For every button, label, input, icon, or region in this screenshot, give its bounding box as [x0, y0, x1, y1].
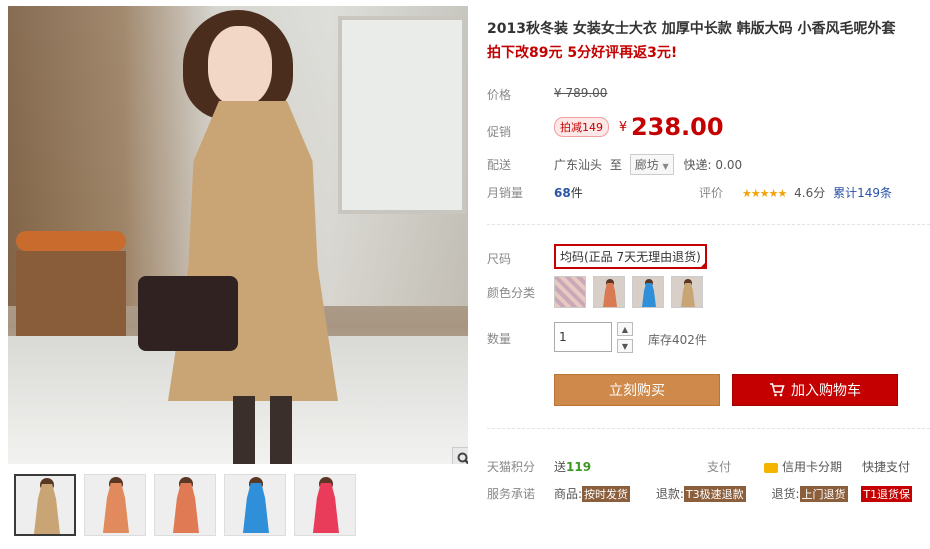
background-window: [338, 16, 466, 214]
zoom-button[interactable]: [452, 447, 468, 464]
points-row: 送119: [554, 458, 591, 475]
thumbnail-model-coat: [313, 483, 339, 533]
payment-label: 支付: [707, 460, 732, 474]
add-to-cart-label: 加入购物车: [791, 383, 861, 399]
magnifier-icon: [457, 452, 468, 464]
rating-row: ★★★★★ 4.6分 累计149条: [742, 184, 892, 201]
points-value: 119: [566, 460, 592, 474]
shipping-label: 配送: [487, 158, 512, 172]
model-handbag: [138, 276, 238, 351]
model-face: [208, 26, 272, 106]
color-label: 颜色分类: [487, 286, 536, 300]
buy-now-button[interactable]: 立刻购买: [554, 374, 720, 406]
color-swatch[interactable]: [554, 276, 586, 308]
ship-from: 广东汕头: [554, 158, 603, 172]
background-flowers: [16, 231, 126, 251]
gallery-thumbnail[interactable]: [14, 474, 76, 536]
service-promise-row: 商品: 按时发货 退款: T3极速退款 退货: 上门退货 T1退货保: [554, 485, 913, 502]
currency-symbol: ¥: [618, 119, 628, 135]
return-label: 退货:: [771, 487, 800, 501]
original-price-label: 价格: [487, 88, 512, 102]
chevron-down-icon: ▼: [662, 162, 669, 171]
refund-label: 退款:: [655, 487, 684, 501]
gallery-thumbnail[interactable]: [154, 474, 216, 536]
model-leg: [270, 396, 292, 464]
model-leg: [233, 396, 255, 464]
original-price: ¥ 789.00: [554, 86, 608, 100]
chevron-up-icon: ▲: [621, 324, 629, 334]
size-option-text: 均码(正品 7天无理由退货): [560, 250, 701, 264]
current-price: 238.00: [630, 113, 724, 141]
gallery-thumbnail[interactable]: [84, 474, 146, 536]
destination-value: 廊坊: [634, 158, 659, 172]
points-label: 天猫积分: [487, 460, 536, 474]
color-swatch[interactable]: [632, 276, 664, 308]
promo-tag-badge: 拍减149: [554, 117, 609, 137]
thumbnail-model-coat: [34, 484, 60, 534]
promo-price-label: 促销: [487, 125, 512, 139]
section-divider: [487, 224, 930, 225]
monthly-sales-label: 月销量: [487, 186, 524, 200]
points-prefix: 送: [554, 460, 567, 474]
stock-count: 库存402件: [648, 333, 707, 347]
product-promo: 拍下改89元 5分好评再返3元!: [487, 45, 678, 61]
gallery-thumbnail[interactable]: [294, 474, 356, 536]
monthly-sales-value: 68: [554, 186, 571, 200]
service-promise-label: 服务承诺: [487, 487, 536, 501]
credit-card-icon: [764, 462, 778, 473]
on-time-shipping-badge[interactable]: 按时发货: [582, 486, 631, 502]
thumbnail-model-coat: [103, 483, 129, 533]
quick-pay-option[interactable]: 快捷支付: [862, 458, 910, 475]
fast-refund-badge[interactable]: T3极速退款: [683, 486, 746, 502]
color-swatches: [554, 276, 703, 308]
swatch-model-coat: [681, 283, 695, 307]
rating-label: 评价: [699, 186, 724, 200]
thumbnail-model-coat: [173, 483, 199, 533]
quantity-input[interactable]: [554, 322, 612, 352]
thumbnail-model-coat: [243, 483, 269, 533]
buy-now-label: 立刻购买: [609, 383, 665, 399]
home-return-badge[interactable]: 上门退货: [799, 486, 848, 502]
quantity-increase-button[interactable]: ▲: [617, 322, 633, 336]
gallery-thumbnail[interactable]: [224, 474, 286, 536]
ship-to-prefix: 至: [609, 158, 622, 172]
rating-score: 4.6分: [794, 186, 826, 200]
section-divider: [487, 428, 930, 429]
return-insurance-badge[interactable]: T1退货保: [861, 486, 913, 502]
reviews-link[interactable]: 累计149条: [833, 186, 892, 200]
destination-select[interactable]: 廊坊 ▼: [629, 154, 674, 175]
color-swatch[interactable]: [593, 276, 625, 308]
cart-icon: [770, 383, 785, 397]
thumbnail-strip: [14, 474, 356, 536]
rating-stars-icon: ★★★★★: [742, 187, 787, 200]
quantity-label: 数量: [487, 332, 512, 346]
main-product-image[interactable]: [8, 6, 468, 464]
credit-card-text: 信用卡分期: [782, 460, 843, 474]
promo-price-row: 拍减149 ¥ 238.00: [554, 113, 724, 141]
shipping-fee: 快递: 0.00: [683, 158, 743, 172]
product-info-panel: 2013秋冬装 女装女士大衣 加厚中长款 韩版大码 小香风毛呢外套 拍下改89元…: [487, 0, 930, 549]
monthly-sales-unit: 件: [570, 186, 583, 200]
quantity-decrease-button[interactable]: ▼: [617, 339, 633, 353]
goods-label: 商品:: [554, 487, 583, 501]
chevron-down-icon: ▼: [621, 341, 629, 351]
add-to-cart-button[interactable]: 加入购物车: [732, 374, 898, 406]
size-option-selected[interactable]: 均码(正品 7天无理由退货): [554, 244, 707, 269]
swatch-model-coat: [603, 283, 617, 307]
credit-card-option[interactable]: 信用卡分期: [764, 458, 842, 475]
product-title: 2013秋冬装 女装女士大衣 加厚中长款 韩版大码 小香风毛呢外套: [487, 21, 896, 37]
monthly-sales: 68件: [554, 184, 583, 201]
swatch-model-coat: [642, 283, 656, 307]
color-swatch[interactable]: [671, 276, 703, 308]
shipping-row: 广东汕头 至 廊坊 ▼ 快递: 0.00: [554, 154, 742, 175]
size-label: 尺码: [487, 252, 512, 266]
